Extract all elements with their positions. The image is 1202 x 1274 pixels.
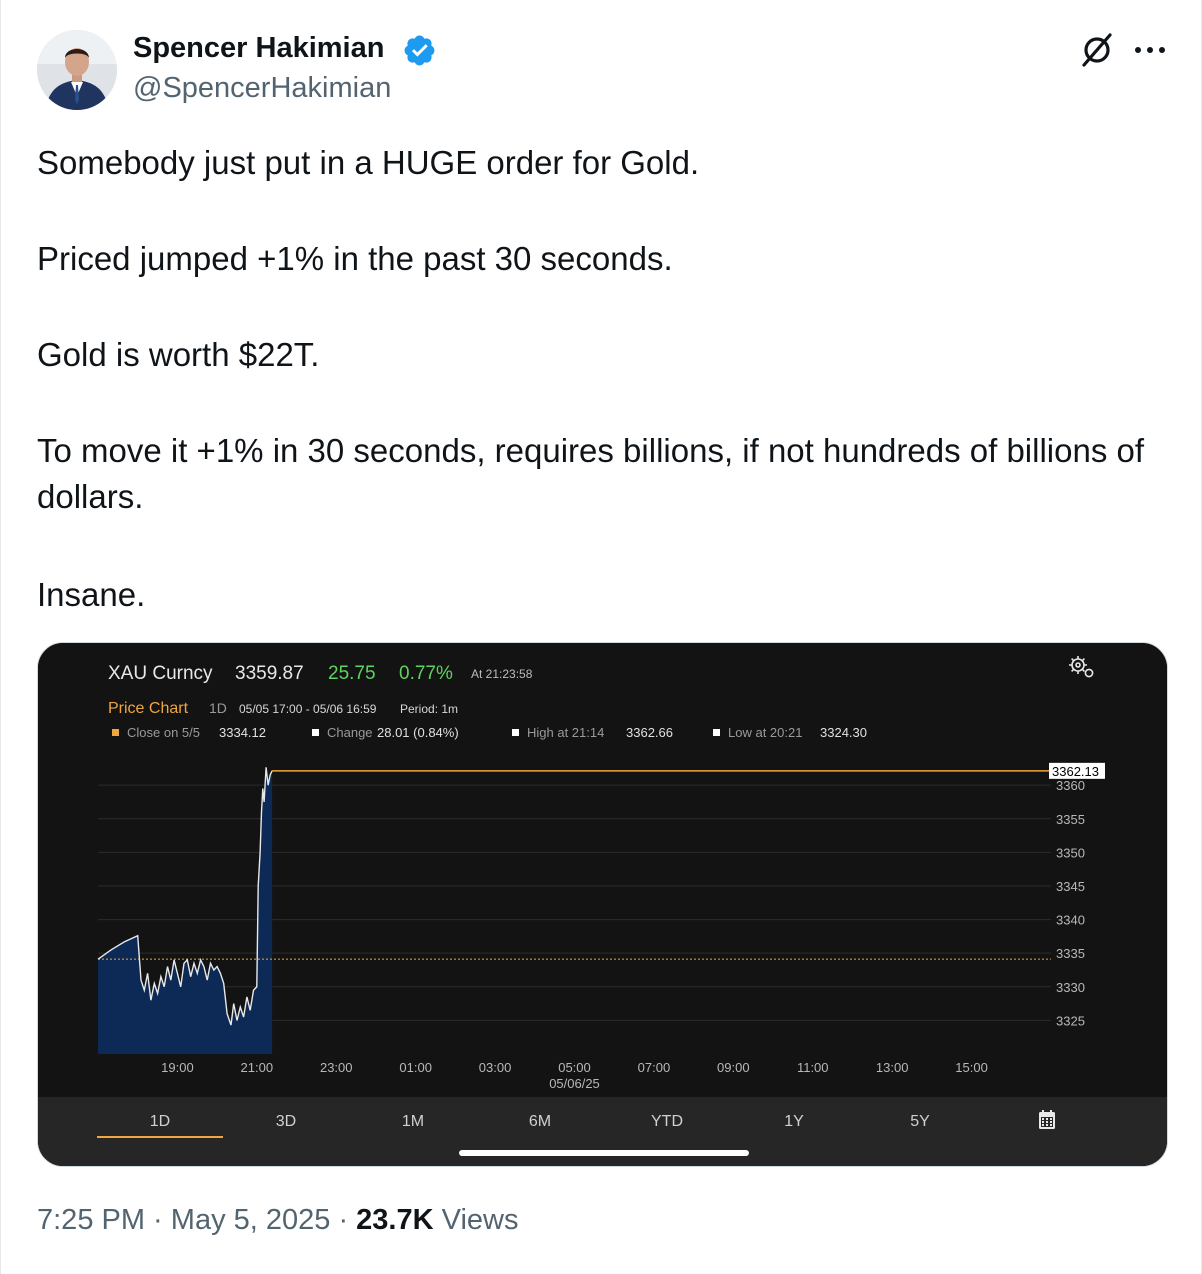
x-tick-label: 15:00 [955,1060,988,1075]
tweet-text-paragraph: Somebody just put in a HUGE order for Go… [37,144,700,181]
more-options-icon[interactable] [1133,42,1167,58]
calendar-icon[interactable] [1039,1110,1055,1129]
stat-marker [112,729,119,736]
tab-label: YTD [651,1113,683,1130]
x-tick-label: 05:00 [558,1060,591,1075]
x-tick-label: 13:00 [876,1060,909,1075]
stat-item: Change 28.01 (0.84%) [312,725,459,740]
tweet-text-paragraph: Insane. [37,576,146,613]
stat-value: 3324.30 [820,725,867,740]
author-handle[interactable]: @SpencerHakimian [133,72,391,105]
date-range: 05/05 17:00 - 05/06 16:59 [239,702,377,716]
stat-marker [512,729,519,736]
avatar-photo [37,30,117,110]
tweet-time[interactable]: 7:25 PM [37,1204,145,1236]
tweet-footer: 7:25 PM · May 5, 2025 · 23.7K Views [37,1204,518,1237]
tweet-date[interactable]: May 5, 2025 [171,1204,331,1236]
tab-6m[interactable]: 6M [529,1113,551,1130]
y-tick-label: 3340 [1056,913,1085,928]
period-text: Period: 1m [400,702,458,716]
price-change-pct: 0.77% [399,663,453,684]
x-tick-label: 21:00 [241,1060,274,1075]
tab-5y[interactable]: 5Y [910,1113,930,1130]
stat-marker [713,729,720,736]
tweet-text-paragraph: To move it +1% in 30 seconds, requires b… [37,432,1145,515]
grok-icon[interactable] [1079,32,1115,68]
x-tick-label: 07:00 [638,1060,671,1075]
last-price-tag-label: 3362.13 [1052,764,1099,779]
x-tick-label: 19:00 [161,1060,194,1075]
stat-label: Low at 20:21 [728,725,802,740]
x-tick-label: 03:00 [479,1060,512,1075]
period-label: 1D [209,700,227,716]
stat-item: High at 21:14 3362.66 [512,725,673,740]
separator: · [145,1204,171,1236]
y-tick-label: 3360 [1056,778,1085,793]
y-tick-label: 3350 [1056,845,1085,860]
stat-item: Low at 20:21 3324.30 [713,725,867,740]
x-tick-label: 11:00 [797,1060,829,1075]
home-indicator [459,1150,749,1156]
tweet-text-paragraph: Gold is worth $22T. [37,336,320,373]
stat-value: 3362.66 [626,725,673,740]
tab-1m[interactable]: 1M [402,1113,424,1130]
bloomberg-chart-screenshot: XAU Curncy 3359.87 25.75 0.77% At 21:23:… [38,643,1167,1166]
tab-3d[interactable]: 3D [276,1113,296,1130]
x-date-label: 05/06/25 [549,1076,600,1091]
tab-label: 1D [150,1113,170,1130]
separator: · [330,1204,357,1236]
views-label: Views [433,1204,519,1236]
stat-label: High at 21:14 [527,725,604,740]
tab-label: 6M [529,1113,551,1130]
stat-label: Close on 5/5 [127,725,200,740]
verified-badge-icon [404,35,435,66]
stat-value: 3334.12 [219,725,266,740]
tweet-media-image[interactable]: XAU Curncy 3359.87 25.75 0.77% At 21:23:… [37,642,1168,1167]
stat-value: 28.01 (0.84%) [377,725,459,740]
active-tab-underline [97,1136,223,1138]
x-tick-label: 23:00 [320,1060,353,1075]
stat-item: Close on 5/5 3334.12 [112,725,266,740]
tab-label: 3D [276,1113,296,1130]
x-tick-label: 01:00 [399,1060,432,1075]
y-tick-label: 3325 [1056,1013,1085,1028]
tab-1y[interactable]: 1Y [784,1113,804,1130]
views-count[interactable]: 23.7K [356,1204,433,1236]
tweet-card: Spencer Hakimian @SpencerHakimian Somebo… [0,0,1202,1274]
price-change: 25.75 [328,663,376,684]
y-tick-label: 3330 [1056,980,1085,995]
tab-label: 1Y [784,1113,804,1130]
quote-time: At 21:23:58 [471,667,533,681]
price-chart-title: Price Chart [108,700,189,717]
x-tick-label: 09:00 [717,1060,750,1075]
tab-label: 1M [402,1113,424,1130]
stat-label: Change [327,725,373,740]
last-price: 3359.87 [235,663,304,684]
tweet-text-paragraph: Priced jumped +1% in the past 30 seconds… [37,240,673,277]
ticker-label: XAU Curncy [108,663,213,684]
author-name[interactable]: Spencer Hakimian [133,32,384,65]
y-tick-label: 3345 [1056,879,1085,894]
tab-ytd[interactable]: YTD [651,1113,683,1130]
y-tick-label: 3355 [1056,812,1085,827]
stat-marker [312,729,319,736]
avatar[interactable] [37,30,117,110]
tab-label: 5Y [910,1113,930,1130]
y-tick-label: 3335 [1056,946,1085,961]
